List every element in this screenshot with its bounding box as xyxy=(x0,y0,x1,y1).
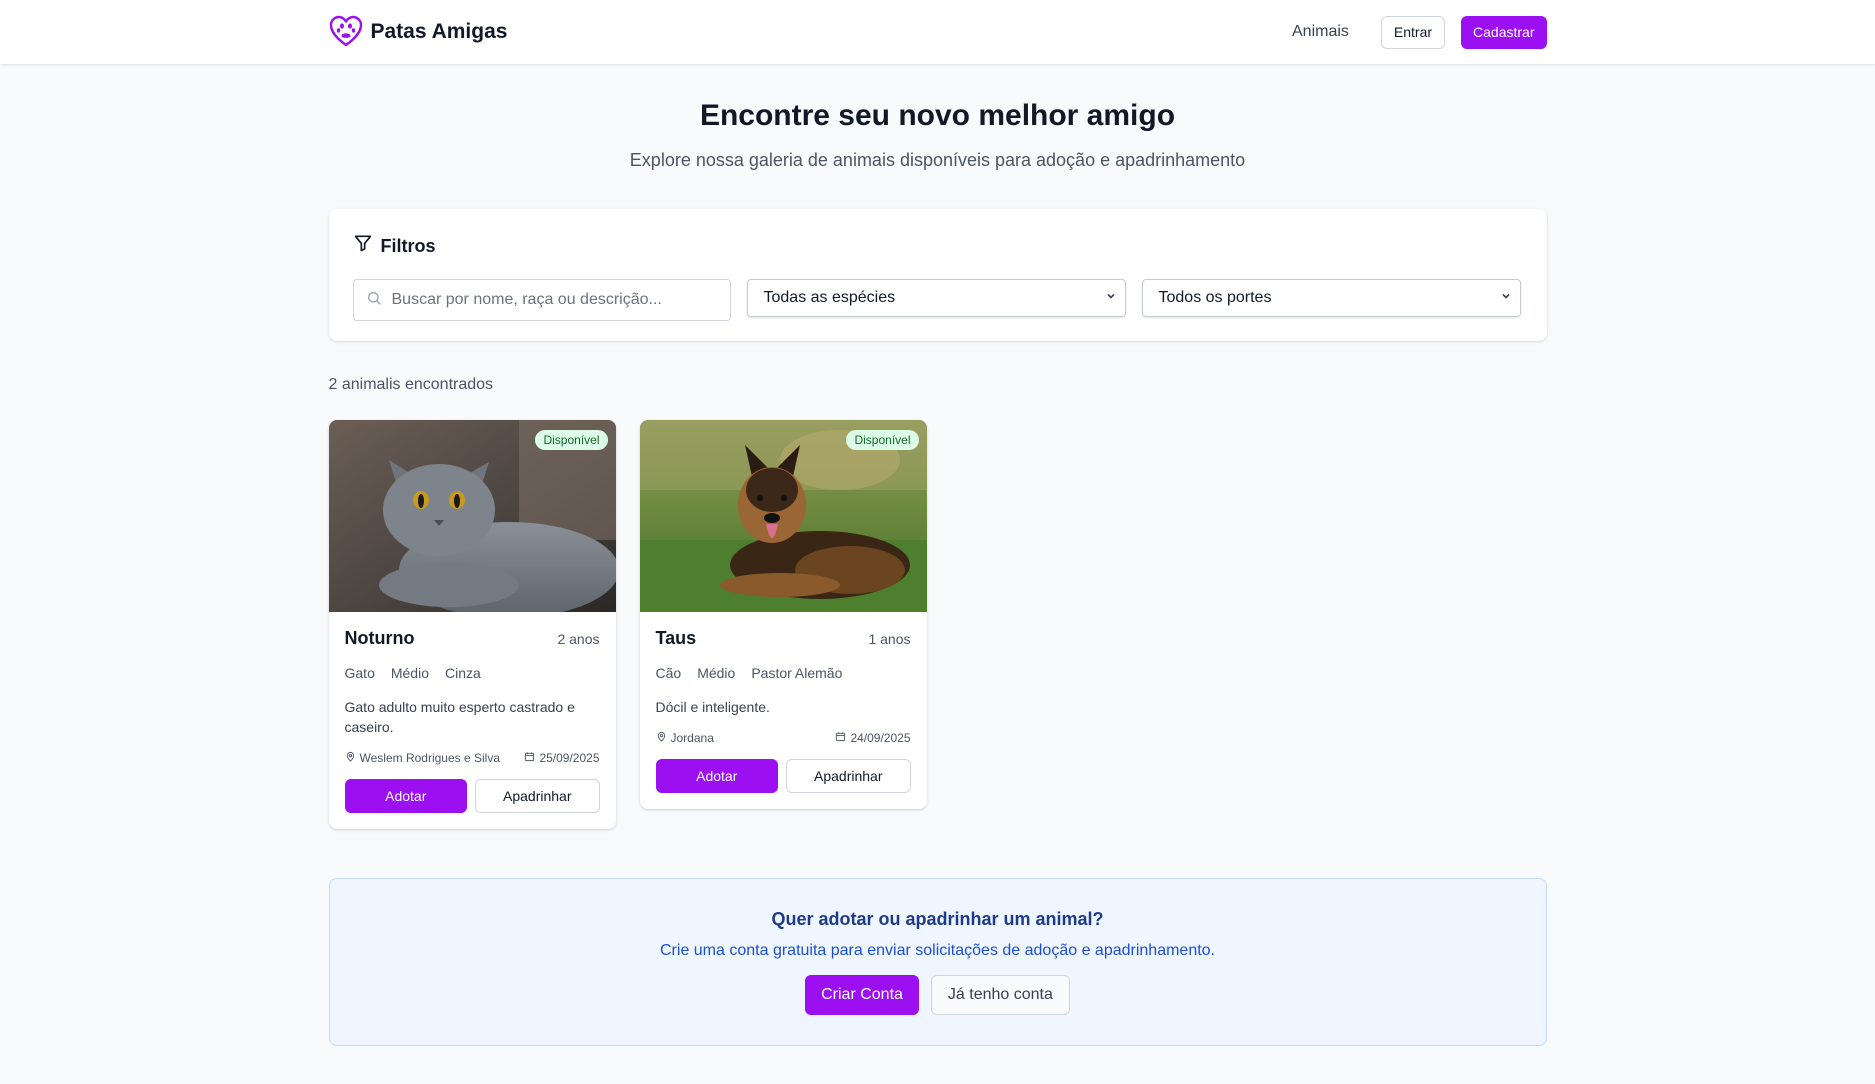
tag-size: Médio xyxy=(390,665,429,681)
page-title: Encontre seu novo melhor amigo xyxy=(699,99,1176,132)
animal-age: 2 anos xyxy=(557,631,600,647)
login-button[interactable]: Entrar xyxy=(1380,15,1446,49)
animal-name: Noturno xyxy=(344,628,415,648)
animal-date: 25/09/2025 xyxy=(539,751,600,765)
search-input[interactable]: Buscar por nome, raça ou descrição... xyxy=(352,279,731,321)
tag-species: Cão xyxy=(655,665,682,681)
size-select-value: Todos os portes xyxy=(1158,289,1272,306)
map-pin-icon xyxy=(345,751,356,765)
animal-age: 1 anos xyxy=(868,631,911,647)
species-select[interactable]: Todas as espécies xyxy=(746,279,1126,317)
animal-card[interactable]: Disponível Taus 1 anos Cão Médio Pastor … xyxy=(639,420,927,809)
search-icon xyxy=(366,290,382,311)
animal-location: Weslem Rodrigues e Silva xyxy=(359,751,501,765)
brand-logo[interactable]: Patas Amigas xyxy=(329,15,508,49)
top-navbar: Patas Amigas Animais Entrar Cadastrar xyxy=(0,0,1875,64)
chevron-down-icon xyxy=(1105,289,1117,307)
nav-link-animals[interactable]: Animais xyxy=(1292,23,1349,41)
animal-tags: Cão Médio Pastor Alemão xyxy=(656,665,911,681)
adopt-button[interactable]: Adotar xyxy=(344,779,467,813)
hero-section: Encontre seu novo melhor amigo Explore n… xyxy=(329,64,1547,172)
animal-description: Dócil e inteligente. xyxy=(655,699,770,715)
animal-description: Gato adulto muito esperto castrado e cas… xyxy=(344,699,575,735)
calendar-icon xyxy=(835,731,846,745)
animal-photo-dog[interactable]: Disponível xyxy=(639,420,927,612)
search-placeholder: Buscar por nome, raça ou descrição... xyxy=(391,291,662,308)
animal-photo-cat[interactable]: Disponível xyxy=(328,420,616,612)
main-content: Encontre seu novo melhor amigo Explore n… xyxy=(328,64,1547,1046)
signup-cta-banner: Quer adotar ou apadrinhar um animal? Cri… xyxy=(328,878,1547,1046)
filter-icon xyxy=(353,233,373,259)
cta-text: Crie uma conta gratuita para enviar soli… xyxy=(660,942,1215,959)
sponsor-button[interactable]: Apadrinhar xyxy=(786,759,911,793)
brand-name: Patas Amigas xyxy=(370,20,508,43)
animal-date: 24/09/2025 xyxy=(850,731,911,745)
calendar-icon xyxy=(524,751,535,765)
tag-species: Gato xyxy=(344,665,375,681)
filters-title: Filtros xyxy=(380,236,436,256)
animal-name: Taus xyxy=(655,628,697,648)
create-account-button[interactable]: Criar Conta xyxy=(805,975,919,1015)
filters-panel: Filtros Buscar por nome, raça ou descriç… xyxy=(328,209,1547,341)
size-select[interactable]: Todos os portes xyxy=(1141,279,1521,317)
animal-card[interactable]: Disponível Noturno 2 anos Gato Médio Cin… xyxy=(328,420,616,829)
species-select-value: Todas as espécies xyxy=(763,289,896,306)
tag-size: Médio xyxy=(697,665,736,681)
heart-paw-logo-icon xyxy=(329,15,363,49)
animal-meta: Jordana 24/09/2025 xyxy=(656,731,911,745)
tag-detail: Cinza xyxy=(445,665,481,681)
status-badge: Disponível xyxy=(846,430,919,450)
animal-tags: Gato Médio Cinza xyxy=(345,665,600,681)
filters-heading: Filtros xyxy=(353,233,1523,259)
main-nav: Animais Entrar Cadastrar xyxy=(1292,15,1547,49)
page-subtitle: Explore nossa galeria de animais disponí… xyxy=(629,150,1246,170)
results-count: 2 animalis encontrados xyxy=(328,376,494,393)
animal-grid: Disponível Noturno 2 anos Gato Médio Cin… xyxy=(328,420,1547,829)
tag-detail: Pastor Alemão xyxy=(751,665,843,681)
map-pin-icon xyxy=(656,731,667,745)
have-account-button[interactable]: Já tenho conta xyxy=(930,975,1070,1015)
adopt-button[interactable]: Adotar xyxy=(655,759,778,793)
sponsor-button[interactable]: Apadrinhar xyxy=(475,779,600,813)
register-button[interactable]: Cadastrar xyxy=(1461,15,1547,49)
animal-meta: Weslem Rodrigues e Silva 25/09/2025 xyxy=(345,751,600,765)
chevron-down-icon xyxy=(1500,289,1512,307)
cta-title: Quer adotar ou apadrinhar um animal? xyxy=(771,909,1104,929)
animal-location: Jordana xyxy=(670,731,714,745)
status-badge: Disponível xyxy=(535,430,608,450)
